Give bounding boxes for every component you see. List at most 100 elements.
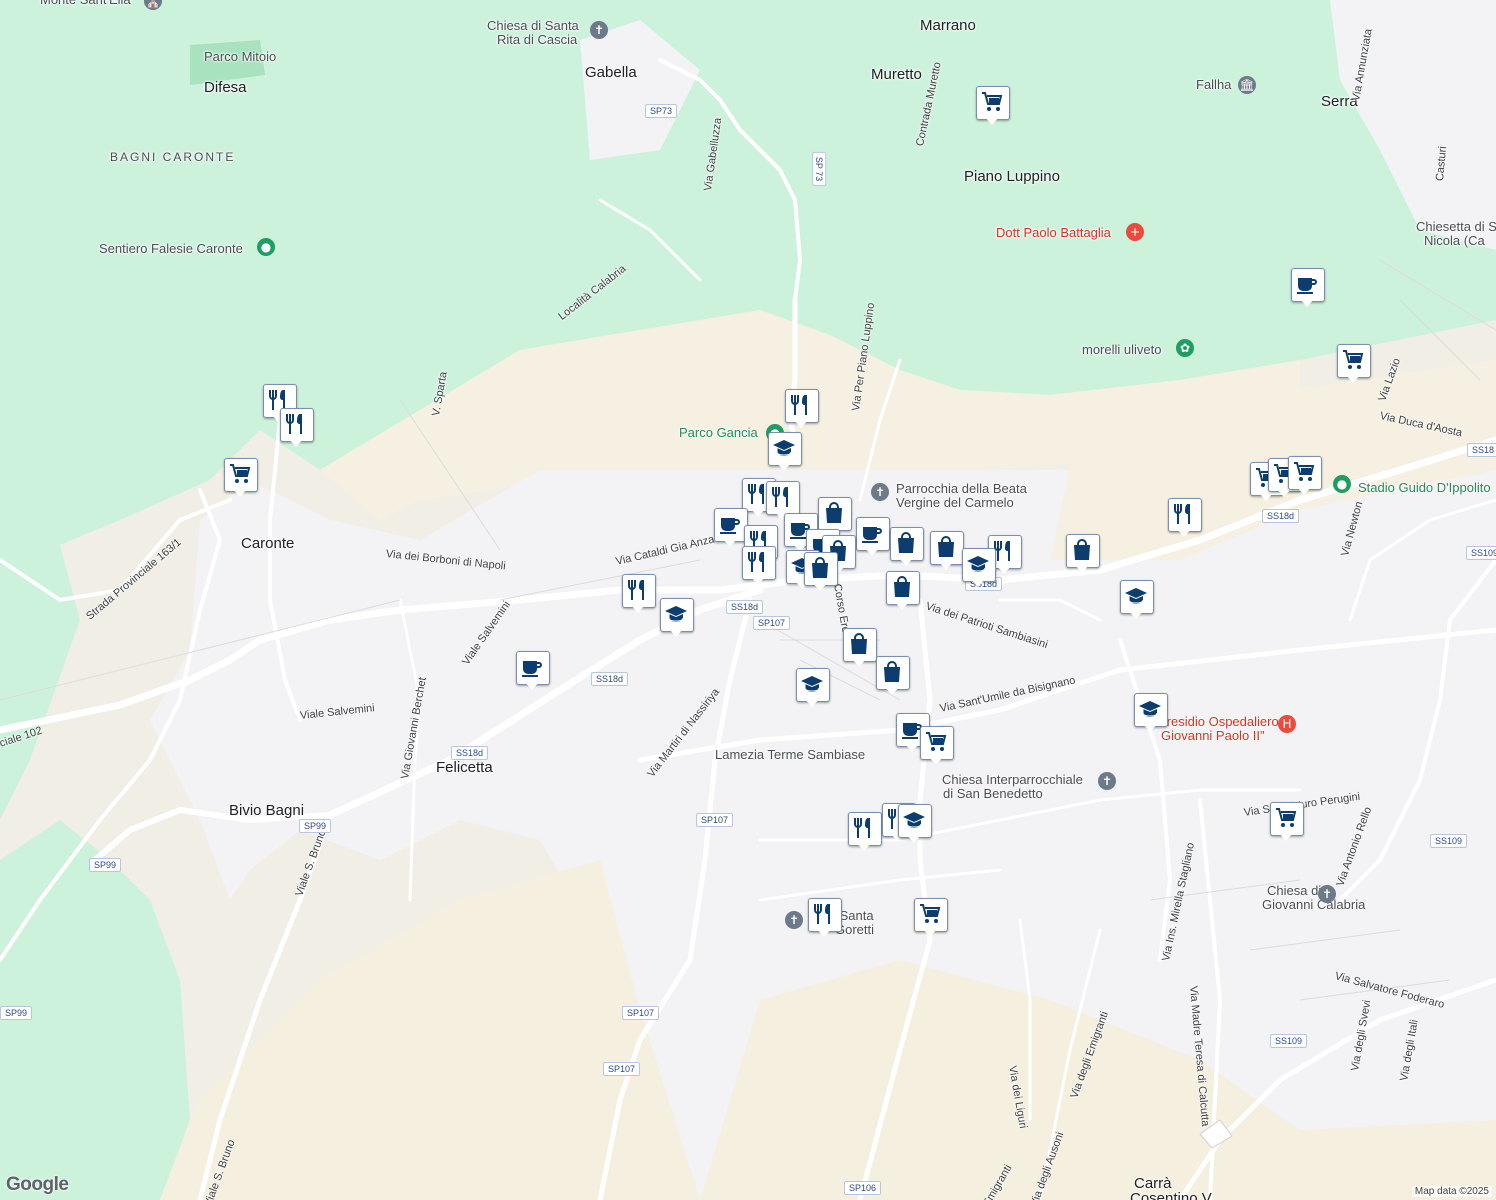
place-label[interactable]: di San Benedetto bbox=[943, 786, 1043, 801]
school-marker[interactable] bbox=[1120, 580, 1154, 624]
school-icon bbox=[1125, 588, 1147, 604]
shopping-cart-marker[interactable] bbox=[976, 86, 1010, 130]
shopping-bag-icon bbox=[894, 576, 910, 597]
poi-icon[interactable]: ● bbox=[257, 238, 275, 256]
coffee-marker[interactable] bbox=[856, 517, 890, 561]
poi-icon[interactable]: ✿ bbox=[1176, 339, 1194, 357]
map-canvas[interactable]: Monte Sant'Elia Parco Mitoio Difesa BAGNI C… bbox=[0, 0, 1496, 1200]
place-label[interactable]: Marrano bbox=[920, 17, 976, 34]
shopping-bag-marker[interactable] bbox=[1066, 534, 1100, 578]
poi-icon[interactable]: 🏛 bbox=[1238, 76, 1256, 94]
place-label[interactable]: morelli uliveto bbox=[1082, 342, 1161, 357]
shopping-bag-icon bbox=[1074, 539, 1090, 560]
place-label[interactable]: Parco Gancia bbox=[679, 425, 758, 440]
place-label[interactable]: Parrocchia della Beata bbox=[896, 481, 1027, 496]
place-label[interactable]: Chiesa Interparrocchiale bbox=[942, 772, 1083, 787]
road-shield: SS18 bbox=[1467, 443, 1496, 457]
restaurant-icon bbox=[854, 818, 870, 838]
school-marker[interactable] bbox=[660, 598, 694, 642]
coffee-marker[interactable] bbox=[516, 651, 550, 695]
place-label[interactable]: Vergine del Carmelo bbox=[896, 495, 1014, 510]
shopping-bag-marker[interactable] bbox=[843, 628, 877, 672]
coffee-marker[interactable] bbox=[1291, 268, 1325, 312]
shopping-bag-marker[interactable] bbox=[890, 527, 924, 571]
school-marker[interactable] bbox=[898, 804, 932, 848]
place-label[interactable]: Monte Sant'Elia bbox=[40, 0, 131, 7]
restaurant-marker[interactable] bbox=[742, 546, 776, 590]
place-label[interactable]: Felicetta bbox=[436, 759, 493, 776]
road-shield: SS18d bbox=[591, 672, 629, 686]
place-label[interactable]: Muretto bbox=[871, 66, 922, 83]
restaurant-icon bbox=[628, 580, 644, 600]
place-label[interactable]: Chiesetta di S bbox=[1416, 219, 1496, 234]
road-shield: SP107 bbox=[603, 1062, 641, 1076]
shopping-cart-marker[interactable] bbox=[1270, 802, 1304, 846]
place-label[interactable]: Stadio Guido D'Ippolito bbox=[1358, 480, 1491, 495]
school-marker[interactable] bbox=[1134, 693, 1168, 737]
place-label[interactable]: Dott Paolo Battaglia bbox=[996, 225, 1111, 240]
restaurant-marker[interactable] bbox=[785, 389, 819, 433]
road-shield: SS18d bbox=[451, 746, 489, 760]
place-label[interactable]: Nicola (Ca bbox=[1424, 233, 1485, 248]
place-label[interactable]: Bivio Bagni bbox=[229, 802, 304, 819]
poi-icon[interactable]: ✝ bbox=[871, 483, 889, 501]
shopping-bag-marker[interactable] bbox=[930, 531, 964, 575]
school-marker[interactable] bbox=[768, 432, 802, 476]
place-label[interactable]: BAGNI CARONTE bbox=[110, 150, 235, 164]
shopping-cart-marker[interactable] bbox=[920, 726, 954, 770]
place-label[interactable]: Gabella bbox=[585, 64, 637, 81]
poi-icon[interactable]: ✝ bbox=[590, 21, 608, 39]
map-attribution[interactable]: Map data ©2025 bbox=[1411, 1186, 1492, 1197]
place-label[interactable]: Sentiero Falesie Caronte bbox=[99, 241, 243, 256]
shopping-cart-marker[interactable] bbox=[914, 898, 948, 942]
place-label[interactable]: Fallha bbox=[1196, 77, 1231, 92]
place-label[interactable]: Cosentino V bbox=[1130, 1190, 1212, 1200]
restaurant-marker[interactable] bbox=[280, 408, 314, 452]
place-label[interactable]: Giovanni Paolo II" bbox=[1161, 728, 1265, 743]
place-label[interactable]: Rita di Cascia bbox=[497, 32, 577, 47]
shopping-cart-marker[interactable] bbox=[1288, 456, 1322, 500]
shopping-cart-marker[interactable] bbox=[1337, 344, 1371, 388]
place-label[interactable]: Lamezia Terme Sambiase bbox=[715, 747, 865, 762]
coffee-icon bbox=[862, 527, 882, 543]
restaurant-marker[interactable] bbox=[622, 574, 656, 618]
shopping-bag-marker[interactable] bbox=[804, 552, 838, 596]
school-marker[interactable] bbox=[796, 668, 830, 712]
poi-icon[interactable]: + bbox=[1126, 223, 1144, 241]
coffee-icon bbox=[1297, 278, 1317, 294]
restaurant-marker[interactable] bbox=[1168, 498, 1202, 542]
road-shield: SP107 bbox=[696, 813, 734, 827]
poi-icon[interactable]: H bbox=[1278, 715, 1296, 733]
road-shield: SS109 bbox=[1466, 546, 1496, 560]
restaurant-icon bbox=[772, 487, 788, 507]
poi-icon[interactable]: ● bbox=[1333, 475, 1351, 493]
place-label[interactable]: Difesa bbox=[204, 79, 247, 96]
shopping-cart-icon bbox=[1294, 462, 1315, 481]
place-label[interactable]: Parco Mitoio bbox=[204, 49, 276, 64]
place-label[interactable]: Chiesa di Santa bbox=[487, 18, 579, 33]
school-marker[interactable] bbox=[962, 548, 996, 592]
road-shield: SS109 bbox=[1430, 834, 1468, 848]
shopping-bag-icon bbox=[938, 536, 954, 557]
shopping-cart-marker[interactable] bbox=[224, 458, 258, 502]
place-label[interactable]: Piano Luppino bbox=[964, 168, 1060, 185]
poi-icon[interactable]: ✝ bbox=[1318, 885, 1336, 903]
place-label[interactable]: Caronte bbox=[241, 535, 294, 552]
school-icon bbox=[773, 440, 795, 456]
shopping-cart-icon bbox=[926, 732, 947, 751]
road-shield: SS18d bbox=[726, 600, 764, 614]
shopping-bag-icon bbox=[884, 661, 900, 682]
poi-icon[interactable]: ✝ bbox=[1098, 772, 1116, 790]
restaurant-marker[interactable] bbox=[808, 898, 842, 942]
poi-icon[interactable]: ✝ bbox=[785, 911, 803, 929]
school-icon bbox=[1139, 701, 1161, 717]
shopping-bag-icon bbox=[826, 502, 842, 523]
shopping-bag-marker[interactable] bbox=[886, 571, 920, 615]
shopping-bag-icon bbox=[898, 532, 914, 553]
school-icon bbox=[801, 676, 823, 692]
place-label[interactable]: Presidio Ospedaliero bbox=[1158, 714, 1279, 729]
shopping-bag-marker[interactable] bbox=[876, 656, 910, 700]
road-shield: SP73 bbox=[645, 104, 678, 118]
place-label[interactable]: Giovanni Calabria bbox=[1262, 897, 1365, 912]
restaurant-marker[interactable] bbox=[848, 812, 882, 856]
